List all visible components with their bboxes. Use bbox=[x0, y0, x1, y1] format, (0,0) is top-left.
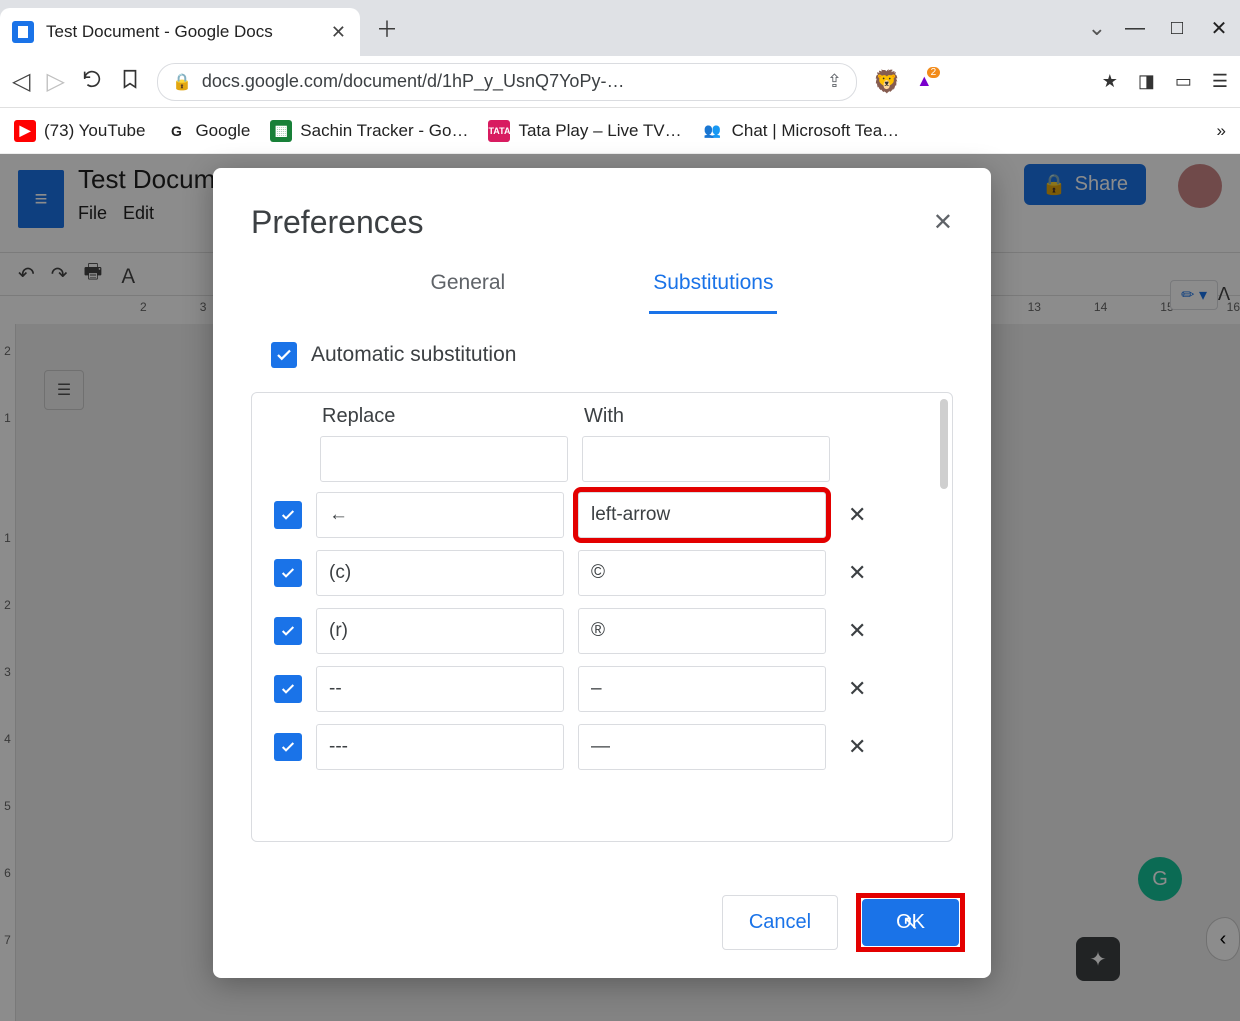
with-input[interactable] bbox=[578, 492, 826, 538]
row-checkbox[interactable] bbox=[274, 559, 302, 587]
header-with: With bbox=[584, 405, 832, 428]
bookmark-label: Chat | Microsoft Tea… bbox=[732, 121, 900, 141]
bookmark-tata[interactable]: TATA Tata Play – Live TV… bbox=[488, 120, 681, 142]
brave-icon[interactable]: 🦁 bbox=[873, 69, 900, 95]
teams-icon: 👥 bbox=[702, 120, 724, 142]
browser-tab[interactable]: Test Document - Google Docs ✕ bbox=[0, 8, 360, 56]
bookmark-label: Google bbox=[195, 121, 250, 141]
back-button[interactable]: ◁ bbox=[12, 67, 30, 96]
share-icon[interactable]: ⇪ bbox=[827, 71, 842, 92]
bookmark-teams[interactable]: 👥 Chat | Microsoft Tea… bbox=[702, 120, 900, 142]
bookmark-google[interactable]: G Google bbox=[165, 120, 250, 142]
row-checkbox[interactable] bbox=[274, 617, 302, 645]
bookmark-label: Sachin Tracker - Go… bbox=[300, 121, 468, 141]
substitution-table: Replace With ✕ ✕ ✕ ✕ ✕ bbox=[251, 392, 953, 842]
bookmark-label: (73) YouTube bbox=[44, 121, 145, 141]
with-input[interactable] bbox=[578, 550, 826, 596]
bookmark-label: Tata Play – Live TV… bbox=[518, 121, 681, 141]
browser-tab-strip: Test Document - Google Docs ✕ ＋ ⌄ — □ ✕ bbox=[0, 0, 1240, 56]
header-replace: Replace bbox=[322, 405, 570, 428]
tab-close-icon[interactable]: ✕ bbox=[331, 22, 346, 43]
replace-input[interactable] bbox=[316, 492, 564, 538]
cursor-icon: ↖ bbox=[902, 910, 919, 935]
minimize-icon[interactable]: — bbox=[1114, 17, 1156, 40]
scrollbar-thumb[interactable] bbox=[940, 399, 948, 489]
lock-icon: 🔒 bbox=[172, 72, 192, 92]
replace-input[interactable] bbox=[316, 608, 564, 654]
delete-row-icon[interactable]: ✕ bbox=[848, 734, 866, 760]
table-row: ✕ bbox=[264, 666, 936, 712]
docs-favicon-icon bbox=[12, 21, 34, 43]
row-checkbox[interactable] bbox=[274, 675, 302, 703]
row-checkbox[interactable] bbox=[274, 501, 302, 529]
new-replace-input[interactable] bbox=[320, 436, 568, 482]
with-input[interactable] bbox=[578, 608, 826, 654]
ok-button[interactable]: OK ↖ bbox=[862, 899, 959, 946]
cancel-button[interactable]: Cancel bbox=[722, 895, 838, 950]
url-bar[interactable]: 🔒 docs.google.com/document/d/1hP_y_UsnQ7… bbox=[157, 63, 857, 101]
reload-button[interactable] bbox=[81, 68, 103, 95]
auto-substitution-checkbox[interactable] bbox=[271, 342, 297, 368]
search-tabs-icon[interactable]: ⌄ bbox=[1088, 15, 1106, 41]
bookmark-sheets[interactable]: ▦ Sachin Tracker - Go… bbox=[270, 120, 468, 142]
replace-input[interactable] bbox=[316, 724, 564, 770]
toolbar-right: ★ ◨ ▭ ☰ bbox=[1102, 71, 1228, 92]
bookmark-overflow-icon[interactable]: » bbox=[1217, 121, 1226, 141]
replace-input[interactable] bbox=[316, 666, 564, 712]
replace-input[interactable] bbox=[316, 550, 564, 596]
rewards-badge: 2 bbox=[927, 67, 941, 78]
delete-row-icon[interactable]: ✕ bbox=[848, 560, 866, 586]
bookmark-youtube[interactable]: ▶ (73) YouTube bbox=[14, 120, 145, 142]
table-row: ✕ bbox=[264, 550, 936, 596]
tab-title: Test Document - Google Docs bbox=[46, 22, 331, 42]
maximize-icon[interactable]: □ bbox=[1156, 17, 1198, 40]
bookmark-bar: ▶ (73) YouTube G Google ▦ Sachin Tracker - … bbox=[0, 108, 1240, 154]
youtube-icon: ▶ bbox=[14, 120, 36, 142]
sidepanel-icon[interactable]: ◨ bbox=[1138, 71, 1155, 92]
tab-substitutions[interactable]: Substitutions bbox=[649, 265, 777, 314]
delete-row-icon[interactable]: ✕ bbox=[848, 618, 866, 644]
dialog-close-icon[interactable]: ✕ bbox=[933, 208, 953, 237]
delete-row-icon[interactable]: ✕ bbox=[848, 676, 866, 702]
url-text: docs.google.com/document/d/1hP_y_UsnQ7Yo… bbox=[202, 71, 817, 92]
forward-button: ▷ bbox=[46, 67, 64, 96]
dialog-tabs: General Substitutions bbox=[213, 265, 991, 314]
browser-toolbar: ◁ ▷ 🔒 docs.google.com/document/d/1hP_y_U… bbox=[0, 56, 1240, 108]
close-window-icon[interactable]: ✕ bbox=[1198, 16, 1240, 41]
bookmark-icon[interactable] bbox=[119, 68, 141, 95]
with-input[interactable] bbox=[578, 666, 826, 712]
menu-icon[interactable]: ☰ bbox=[1212, 71, 1228, 92]
table-row: ✕ bbox=[264, 492, 936, 538]
dialog-title: Preferences bbox=[251, 204, 424, 241]
tab-general[interactable]: General bbox=[427, 265, 510, 314]
row-checkbox[interactable] bbox=[274, 733, 302, 761]
with-input[interactable] bbox=[578, 724, 826, 770]
extensions-icon[interactable]: ★ bbox=[1102, 71, 1118, 92]
brave-rewards-icon[interactable]: ▲2 bbox=[916, 73, 932, 91]
new-with-input[interactable] bbox=[582, 436, 830, 482]
table-row: ✕ bbox=[264, 724, 936, 770]
new-tab-button[interactable]: ＋ bbox=[376, 12, 398, 44]
preferences-dialog: Preferences ✕ General Substitutions Auto… bbox=[213, 168, 991, 978]
delete-row-icon[interactable]: ✕ bbox=[848, 502, 866, 528]
tata-icon: TATA bbox=[488, 120, 510, 142]
table-row: ✕ bbox=[264, 608, 936, 654]
auto-substitution-label: Automatic substitution bbox=[311, 343, 516, 367]
google-icon: G bbox=[165, 120, 187, 142]
sheets-icon: ▦ bbox=[270, 120, 292, 142]
wallet-icon[interactable]: ▭ bbox=[1175, 71, 1192, 92]
